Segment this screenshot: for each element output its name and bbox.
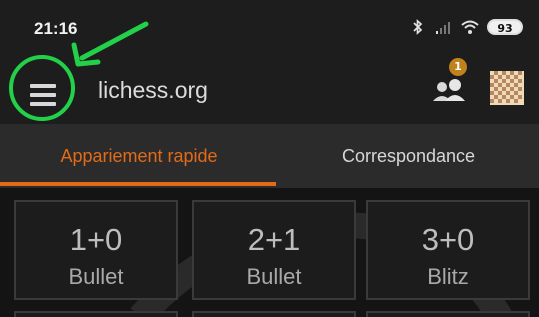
pairing-clock: 3+0 bbox=[421, 222, 475, 257]
pairing-tile[interactable]: 2+1 Bullet bbox=[192, 200, 356, 300]
hamburger-menu-icon bbox=[30, 84, 56, 106]
bluetooth-icon bbox=[413, 19, 423, 35]
battery-indicator: 93 bbox=[487, 19, 523, 35]
notification-badge: 1 bbox=[449, 58, 467, 76]
tab-correspondence[interactable]: Correspondance bbox=[278, 124, 539, 188]
chessboard-icon bbox=[490, 71, 524, 105]
site-name: lichess.org bbox=[98, 77, 208, 103]
board-button[interactable] bbox=[490, 71, 524, 105]
pairing-clock: 2+1 bbox=[247, 222, 301, 257]
pairing-clock: 1+0 bbox=[69, 222, 123, 257]
pairing-tile-partial[interactable] bbox=[192, 311, 356, 317]
players-button[interactable] bbox=[428, 70, 472, 114]
pairing-tile[interactable]: 3+0 Blitz bbox=[366, 200, 530, 300]
status-bar: 21:16 93 bbox=[0, 0, 539, 52]
tab-quick-pairing[interactable]: Appariement rapide bbox=[0, 124, 278, 188]
people-icon bbox=[433, 79, 465, 101]
pairing-type: Blitz bbox=[427, 264, 469, 289]
pairing-tile-partial[interactable] bbox=[14, 311, 178, 317]
pairing-tile[interactable]: 1+0 Bullet bbox=[14, 200, 178, 300]
signal-icon bbox=[436, 22, 450, 34]
quick-pairing-grid: 1+0 Bullet 2+1 Bullet 3+0 Blitz bbox=[0, 188, 539, 317]
app-header: lichess.org 1 bbox=[0, 52, 539, 124]
active-tab-indicator bbox=[0, 182, 276, 186]
status-time: 21:16 bbox=[34, 19, 78, 38]
pairing-type: Bullet bbox=[246, 264, 302, 289]
tab-bar: Appariement rapide Correspondance bbox=[0, 124, 539, 188]
pairing-tile-partial[interactable] bbox=[366, 311, 530, 317]
next-row-partial bbox=[0, 311, 539, 317]
pairing-type: Bullet bbox=[68, 264, 124, 289]
wifi-icon bbox=[461, 20, 479, 34]
status-icons: 93 bbox=[409, 18, 523, 36]
menu-button[interactable] bbox=[14, 66, 72, 124]
